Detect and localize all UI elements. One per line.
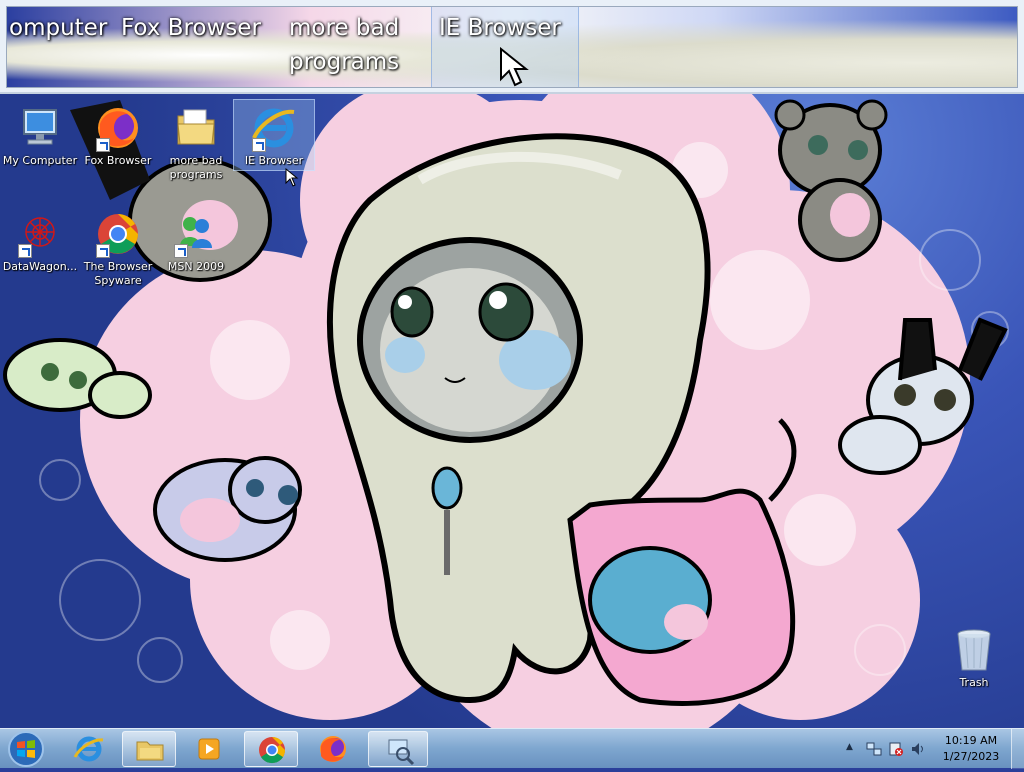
show-desktop-button[interactable] [1011, 729, 1024, 769]
network-icon[interactable] [866, 741, 882, 757]
desktop-icon-fox-browser[interactable]: Fox Browser [78, 104, 158, 168]
start-button[interactable] [4, 730, 48, 768]
system-tray: ▲ 10:19 AM 1/27/2023 [838, 729, 1024, 769]
desktop-icon-more-bad-programs[interactable]: more bad programs [156, 104, 236, 182]
shortcut-arrow-icon [174, 244, 188, 258]
desktop-icon-msn-2009[interactable]: MSN 2009 [156, 210, 236, 274]
desktop-icon-trash[interactable]: Trash [934, 626, 1014, 690]
folder-icon [172, 104, 220, 152]
magnified-label-computer: omputer [9, 15, 108, 41]
taskbar-firefox-button[interactable] [306, 731, 360, 767]
desktop-icon-label: Fox Browser [84, 154, 152, 167]
firefox-icon [94, 104, 142, 152]
volume-icon[interactable] [910, 741, 926, 757]
taskbar: ▲ 10:19 AM 1/27/2023 [0, 728, 1024, 769]
firefox-icon [320, 736, 346, 762]
show-hidden-icons-arrow[interactable]: ▲ [846, 742, 853, 752]
chrome-icon [94, 210, 142, 258]
taskbar-chrome-button[interactable] [244, 731, 298, 767]
taskbar-explorer-button[interactable] [122, 731, 176, 767]
chrome-icon [259, 736, 286, 764]
mouse-cursor-icon [285, 168, 299, 187]
desktop-icon-label: more bad programs [169, 154, 223, 181]
taskbar-magnifier-button[interactable] [368, 731, 428, 767]
desktop-icon-label: DataWagon... [2, 260, 78, 273]
clock-time: 10:19 AM [944, 734, 998, 747]
recycle-bin-icon [950, 626, 998, 674]
desktop-icon-browser-spyware[interactable]: The Browser Spyware [78, 210, 158, 288]
magnified-label-more-bad: more bad [289, 15, 400, 41]
shortcut-arrow-icon [96, 138, 110, 152]
desktop-icon-label: IE Browser [244, 154, 304, 167]
desktop-icon-label: Trash [959, 676, 989, 689]
msn-icon [172, 210, 220, 258]
shortcut-arrow-icon [96, 244, 110, 258]
computer-icon [16, 104, 64, 152]
desktop-icon-label: The Browser Spyware [83, 260, 153, 287]
clock-date: 1/27/2023 [942, 750, 1000, 763]
desktop-icon-ie-browser[interactable]: IE Browser [233, 99, 315, 171]
desktop-icon-label: My Computer [2, 154, 78, 167]
magnifier-lens: omputer Fox Browser more bad programs IE… [6, 6, 1018, 88]
magnified-label-fox-browser: Fox Browser [121, 15, 261, 41]
internet-explorer-icon [250, 104, 298, 152]
action-center-icon[interactable] [888, 741, 904, 757]
taskbar-ie-button[interactable] [62, 731, 116, 767]
magnified-cursor-icon [500, 47, 529, 87]
datawagon-icon [16, 210, 64, 258]
magnifier-window[interactable]: omputer Fox Browser more bad programs IE… [0, 0, 1024, 94]
desktop-icon-my-computer[interactable]: My Computer [0, 104, 80, 168]
windows-logo-icon [8, 731, 44, 767]
media-player-icon [198, 738, 220, 760]
magnified-label-programs: programs [289, 49, 400, 75]
taskbar-media-player-button[interactable] [183, 731, 237, 767]
internet-explorer-icon [73, 736, 104, 762]
shortcut-arrow-icon [252, 138, 266, 152]
desktop-icon-datawagon[interactable]: DataWagon... [0, 210, 80, 274]
clock[interactable]: 10:19 AM 1/27/2023 [936, 733, 1006, 765]
magnifier-icon [388, 739, 415, 766]
file-explorer-icon [136, 741, 164, 761]
magnified-label-ie-browser: IE Browser [439, 15, 561, 41]
desktop-icon-label: MSN 2009 [167, 260, 225, 273]
shortcut-arrow-icon [18, 244, 32, 258]
